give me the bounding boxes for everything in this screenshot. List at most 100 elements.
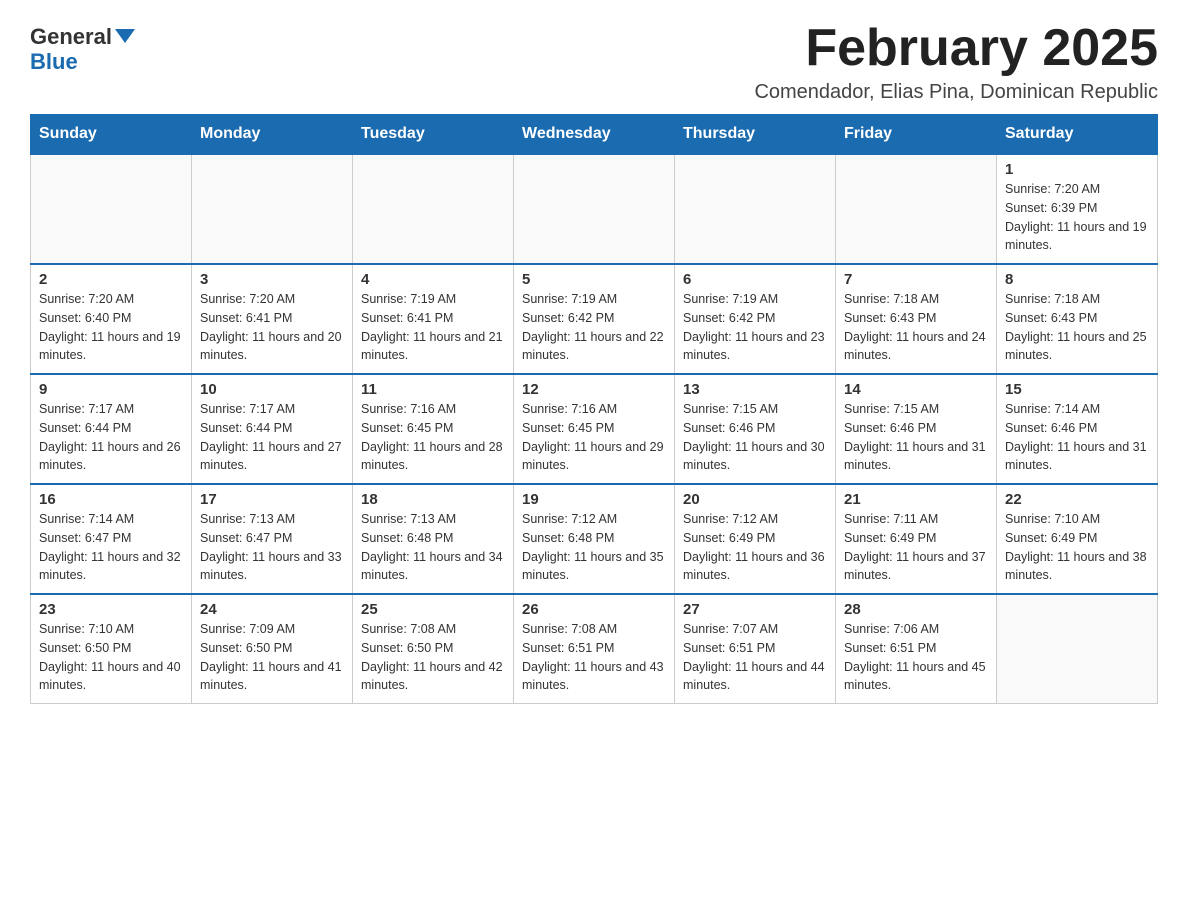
calendar-day-cell: 19 Sunrise: 7:12 AM Sunset: 6:48 PM Dayli… [514,484,675,594]
day-number: 3 [200,271,344,288]
day-info: Sunrise: 7:14 AM Sunset: 6:46 PM Dayligh… [1005,400,1149,475]
calendar-day-cell: 7 Sunrise: 7:18 AM Sunset: 6:43 PM Daylig… [836,264,997,374]
calendar-day-header: Saturday [997,115,1158,155]
calendar-day-cell: 11 Sunrise: 7:16 AM Sunset: 6:45 PM Dayli… [353,374,514,484]
day-number: 28 [844,601,988,618]
logo: General Blue [30,20,135,75]
calendar-day-cell [353,154,514,264]
calendar-day-cell: 23Sunrise: 7:10 AM Sunset: 6:50 PM Dayli… [31,594,192,704]
day-info: Sunrise: 7:18 AM Sunset: 6:43 PM Dayligh… [1005,290,1149,365]
calendar-day-header: Friday [836,115,997,155]
day-number: 9 [39,381,183,398]
calendar-day-header: Monday [192,115,353,155]
day-number: 24 [200,601,344,618]
logo-arrow-icon [115,29,135,43]
calendar-day-cell: 2 Sunrise: 7:20 AM Sunset: 6:40 PM Daylig… [31,264,192,374]
calendar-header-row: SundayMondayTuesdayWednesdayThursdayFrid… [31,115,1158,155]
day-info: Sunrise: 7:08 AM Sunset: 6:50 PM Dayligh… [361,620,505,695]
calendar-day-cell: 25 Sunrise: 7:08 AM Sunset: 6:50 PM Dayli… [353,594,514,704]
day-info: Sunrise: 7:14 AM Sunset: 6:47 PM Dayligh… [39,510,183,585]
day-number: 7 [844,271,988,288]
calendar-day-cell: 5 Sunrise: 7:19 AM Sunset: 6:42 PM Daylig… [514,264,675,374]
day-number: 26 [522,601,666,618]
day-number: 19 [522,491,666,508]
calendar-week-row: 23Sunrise: 7:10 AM Sunset: 6:50 PM Dayli… [31,594,1158,704]
calendar-day-header: Sunday [31,115,192,155]
day-info: Sunrise: 7:07 AM Sunset: 6:51 PM Dayligh… [683,620,827,695]
day-number: 5 [522,271,666,288]
calendar-day-header: Tuesday [353,115,514,155]
day-number: 2 [39,271,183,288]
calendar-day-cell: 1 Sunrise: 7:20 AM Sunset: 6:39 PM Daylig… [997,154,1158,264]
calendar-day-header: Wednesday [514,115,675,155]
day-number: 25 [361,601,505,618]
calendar-week-row: 16 Sunrise: 7:14 AM Sunset: 6:47 PM Dayli… [31,484,1158,594]
day-number: 13 [683,381,827,398]
day-number: 11 [361,381,505,398]
calendar-day-cell: 10 Sunrise: 7:17 AM Sunset: 6:44 PM Dayli… [192,374,353,484]
calendar-day-cell [31,154,192,264]
calendar-day-cell: 28 Sunrise: 7:06 AM Sunset: 6:51 PM Dayli… [836,594,997,704]
day-info: Sunrise: 7:17 AM Sunset: 6:44 PM Dayligh… [200,400,344,475]
calendar-body: 1 Sunrise: 7:20 AM Sunset: 6:39 PM Daylig… [31,154,1158,704]
title-section: February 2025 Comendador, Elias Pina, Do… [754,20,1158,104]
day-info: Sunrise: 7:11 AM Sunset: 6:49 PM Dayligh… [844,510,988,585]
day-info: Sunrise: 7:12 AM Sunset: 6:48 PM Dayligh… [522,510,666,585]
day-info: Sunrise: 7:20 AM Sunset: 6:39 PM Dayligh… [1005,180,1149,255]
day-number: 1 [1005,161,1149,178]
day-info: Sunrise: 7:13 AM Sunset: 6:47 PM Dayligh… [200,510,344,585]
calendar-day-cell: 4Sunrise: 7:19 AM Sunset: 6:41 PM Daylig… [353,264,514,374]
day-info: Sunrise: 7:09 AM Sunset: 6:50 PM Dayligh… [200,620,344,695]
day-info: Sunrise: 7:16 AM Sunset: 6:45 PM Dayligh… [522,400,666,475]
calendar-day-header: Thursday [675,115,836,155]
day-number: 4 [361,271,505,288]
day-info: Sunrise: 7:15 AM Sunset: 6:46 PM Dayligh… [683,400,827,475]
location-subtitle: Comendador, Elias Pina, Dominican Republ… [754,81,1158,104]
calendar-day-cell: 6 Sunrise: 7:19 AM Sunset: 6:42 PM Daylig… [675,264,836,374]
day-info: Sunrise: 7:20 AM Sunset: 6:40 PM Dayligh… [39,290,183,365]
day-info: Sunrise: 7:20 AM Sunset: 6:41 PM Dayligh… [200,290,344,365]
day-number: 15 [1005,381,1149,398]
calendar-day-cell: 18 Sunrise: 7:13 AM Sunset: 6:48 PM Dayli… [353,484,514,594]
day-info: Sunrise: 7:06 AM Sunset: 6:51 PM Dayligh… [844,620,988,695]
calendar-day-cell: 17 Sunrise: 7:13 AM Sunset: 6:47 PM Dayli… [192,484,353,594]
calendar-day-cell: 21Sunrise: 7:11 AM Sunset: 6:49 PM Dayli… [836,484,997,594]
day-number: 20 [683,491,827,508]
day-info: Sunrise: 7:13 AM Sunset: 6:48 PM Dayligh… [361,510,505,585]
day-info: Sunrise: 7:10 AM Sunset: 6:50 PM Dayligh… [39,620,183,695]
day-number: 22 [1005,491,1149,508]
calendar-day-cell [192,154,353,264]
calendar-day-cell: 14Sunrise: 7:15 AM Sunset: 6:46 PM Dayli… [836,374,997,484]
calendar-day-cell: 3 Sunrise: 7:20 AM Sunset: 6:41 PM Daylig… [192,264,353,374]
logo-blue-text: Blue [30,49,78,75]
day-info: Sunrise: 7:16 AM Sunset: 6:45 PM Dayligh… [361,400,505,475]
day-number: 17 [200,491,344,508]
calendar-day-cell [836,154,997,264]
day-number: 16 [39,491,183,508]
calendar-day-cell: 12 Sunrise: 7:16 AM Sunset: 6:45 PM Dayli… [514,374,675,484]
day-number: 12 [522,381,666,398]
day-number: 27 [683,601,827,618]
page-header: General Blue February 2025 Comendador, E… [30,20,1158,104]
day-info: Sunrise: 7:18 AM Sunset: 6:43 PM Dayligh… [844,290,988,365]
day-number: 6 [683,271,827,288]
day-info: Sunrise: 7:10 AM Sunset: 6:49 PM Dayligh… [1005,510,1149,585]
calendar-day-cell [514,154,675,264]
day-number: 8 [1005,271,1149,288]
calendar-week-row: 1 Sunrise: 7:20 AM Sunset: 6:39 PM Daylig… [31,154,1158,264]
calendar-header: SundayMondayTuesdayWednesdayThursdayFrid… [31,115,1158,155]
day-info: Sunrise: 7:19 AM Sunset: 6:42 PM Dayligh… [683,290,827,365]
day-info: Sunrise: 7:19 AM Sunset: 6:42 PM Dayligh… [522,290,666,365]
calendar-day-cell: 27 Sunrise: 7:07 AM Sunset: 6:51 PM Dayli… [675,594,836,704]
month-year-title: February 2025 [754,20,1158,77]
day-info: Sunrise: 7:15 AM Sunset: 6:46 PM Dayligh… [844,400,988,475]
logo-general-text: General [30,25,112,49]
day-number: 18 [361,491,505,508]
day-number: 10 [200,381,344,398]
calendar-day-cell: 8 Sunrise: 7:18 AM Sunset: 6:43 PM Daylig… [997,264,1158,374]
calendar-day-cell: 13 Sunrise: 7:15 AM Sunset: 6:46 PM Dayli… [675,374,836,484]
calendar-week-row: 2 Sunrise: 7:20 AM Sunset: 6:40 PM Daylig… [31,264,1158,374]
calendar-day-cell: 20Sunrise: 7:12 AM Sunset: 6:49 PM Dayli… [675,484,836,594]
day-info: Sunrise: 7:17 AM Sunset: 6:44 PM Dayligh… [39,400,183,475]
calendar-day-cell [997,594,1158,704]
